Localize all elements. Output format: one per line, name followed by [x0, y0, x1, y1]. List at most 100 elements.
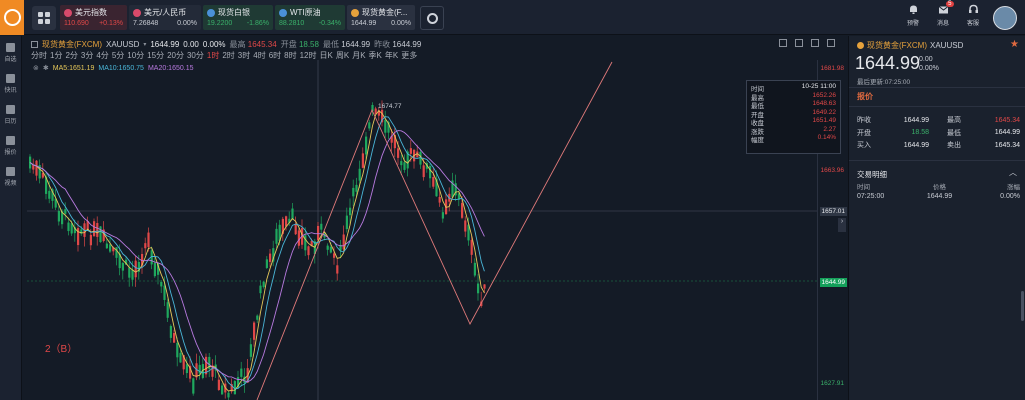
flag-icon	[351, 8, 359, 17]
quote-card[interactable]: WTI原油 88.2810 -0.34%	[275, 5, 345, 30]
panel-symbol: XAUUSD	[930, 41, 964, 50]
candle-body	[483, 284, 486, 289]
tooltip-row: 时间 10-25 11:00	[751, 83, 836, 93]
quote-change: +0.13%	[99, 20, 123, 27]
candle-body	[169, 325, 172, 338]
quote-icon	[6, 136, 15, 145]
candle-body	[397, 148, 400, 158]
draw-icon[interactable]	[795, 39, 803, 47]
message-button[interactable]: 5 消息	[933, 1, 954, 27]
tooltip-value: 2.27	[823, 125, 836, 133]
chart-tools	[779, 39, 835, 47]
grid-menu-button[interactable]	[32, 6, 56, 30]
quote-change: -1.86%	[246, 20, 269, 27]
candle-body	[160, 281, 163, 287]
candle-body	[320, 223, 323, 230]
candle-body	[265, 259, 268, 268]
candle-body	[461, 203, 464, 218]
candle-body	[358, 168, 361, 181]
tooltip-row: 收盘 1651.49	[751, 117, 836, 127]
ma10-line	[29, 116, 485, 390]
quote-label: 昨收	[857, 117, 871, 125]
tx-header: 时间 价格 涨幅	[857, 181, 1020, 191]
fullscreen-icon[interactable]	[811, 39, 819, 47]
quote-price: 1644.99	[351, 20, 377, 27]
tooltip-label: 涨跌	[751, 128, 764, 136]
chevron-up-icon[interactable]: ︿	[1009, 167, 1017, 178]
candle-body	[217, 379, 220, 390]
chart-symbol[interactable]: XAUUSD	[106, 40, 139, 49]
sidebar-item[interactable]: 自选	[0, 43, 21, 67]
candle-body	[400, 161, 403, 166]
scrollbar[interactable]	[1021, 291, 1024, 321]
candle-body	[163, 285, 166, 300]
chevron-down-icon[interactable]: ▾	[143, 41, 146, 48]
close-icon[interactable]	[827, 39, 835, 47]
candle-body	[441, 212, 444, 219]
tx-row: 07:25:00 1644.99 0.00%	[857, 193, 1020, 200]
chart-price: 1644.99	[150, 39, 180, 49]
candle-body	[259, 285, 262, 294]
search-button[interactable]	[420, 6, 444, 30]
candle-body	[429, 165, 432, 179]
quote-card[interactable]: 现货白银 19.2200 -1.86%	[203, 5, 273, 30]
star-icon[interactable]: ★	[1010, 39, 1019, 50]
chevron-right-icon[interactable]: ›	[838, 218, 846, 232]
candle-tooltip: 时间 10-25 11:00 最高 1652.26 最低 1648.63 开盘 1649.22…	[746, 80, 841, 154]
candlestick-chart[interactable]	[27, 60, 817, 400]
quote-change: 0.00%	[391, 20, 411, 27]
sidebar-item-label: 自选	[4, 57, 17, 63]
panel-update-time: 最后更新:07:25:00	[857, 79, 911, 86]
candle-body	[227, 392, 230, 398]
quote-card[interactable]: 美元指数 110.690 +0.13%	[60, 5, 127, 30]
quote-name: 美元/人民币	[144, 8, 187, 17]
flag-icon	[64, 8, 72, 17]
quote-row: 买入 1644.99 卖出 1645.34	[857, 139, 1020, 152]
candle-body	[179, 352, 182, 363]
quote-label: 最低	[947, 129, 961, 137]
sidebar-item[interactable]: 日历	[0, 105, 21, 129]
calendar-icon	[6, 105, 15, 114]
tooltip-label: 开盘	[751, 111, 764, 119]
video-icon	[6, 167, 15, 176]
sidebar-item[interactable]: 报价	[0, 136, 21, 160]
tooltip-label: 时间	[751, 86, 764, 93]
quote-name: 现货黄金(F...	[362, 8, 408, 17]
candle-body	[349, 207, 352, 216]
ma20-line	[29, 130, 485, 383]
price-axis-label: 1663.96	[820, 167, 845, 174]
quote-price: 19.2200	[207, 20, 233, 27]
quote-name: 美元指数	[75, 8, 107, 17]
tooltip-row: 开盘 1649.22	[751, 108, 837, 119]
headset-icon	[968, 4, 979, 15]
chart-settings-icon[interactable]	[31, 40, 38, 48]
sidebar-item[interactable]: 视频	[0, 167, 21, 191]
quote-label: 卖出	[947, 142, 961, 150]
tooltip-value: 1649.22	[812, 108, 837, 116]
candle-body	[64, 209, 67, 214]
quote-card[interactable]: 美元/人民币 7.26848 0.00%	[129, 5, 201, 30]
service-button[interactable]: 客服	[963, 4, 983, 27]
candle-body	[256, 315, 259, 320]
tx-cell: 0.00%	[1000, 193, 1020, 200]
screenshot-icon[interactable]	[779, 39, 787, 47]
chart-change: 0.00	[183, 39, 199, 49]
panel-section-title[interactable]: 报价	[857, 91, 873, 102]
alert-button[interactable]: 预警	[903, 4, 923, 27]
candle-body	[355, 184, 358, 192]
avatar[interactable]	[993, 6, 1017, 30]
top-bar: 美元指数 110.690 +0.13% 美元/人民币 7.26848 0.00% 现货白银 1…	[0, 0, 1025, 35]
app-logo[interactable]	[0, 0, 24, 35]
chart-area[interactable]: 现货黄金(FXCM) XAUUSD ▾ 1644.99 0.00 0.00% 最…	[27, 36, 847, 400]
quote-card[interactable]: 现货黄金(F... 1644.99 0.00%	[347, 5, 415, 30]
tx-cell: 07:25:00	[857, 193, 885, 200]
wave-trend-line	[256, 61, 613, 400]
tx-header-cell: 价格	[933, 184, 946, 191]
candle-body	[477, 283, 480, 294]
candle-body	[105, 243, 108, 249]
chart-title[interactable]: 现货黄金(FXCM)	[42, 39, 102, 50]
quote-price: 88.2810	[279, 20, 305, 27]
sidebar-item-label: 视频	[4, 181, 17, 187]
candle-body	[409, 148, 412, 154]
sidebar-item[interactable]: 快讯	[0, 74, 21, 98]
